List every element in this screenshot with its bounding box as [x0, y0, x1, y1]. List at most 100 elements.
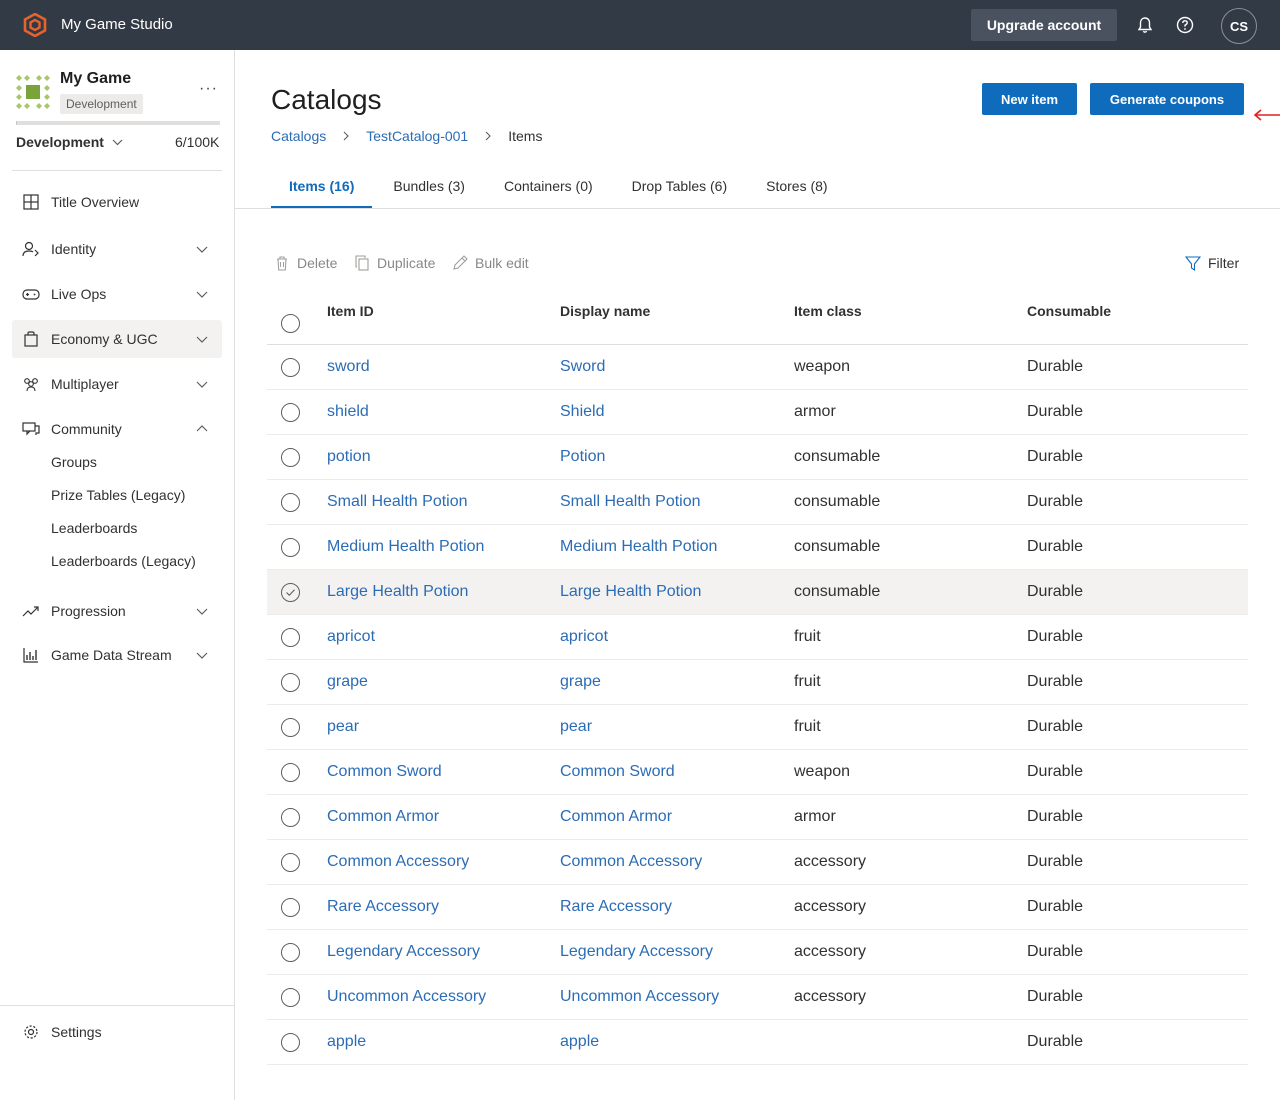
- display-name-link[interactable]: Small Health Potion: [560, 493, 701, 511]
- more-options-button[interactable]: ···: [199, 80, 218, 98]
- new-item-button[interactable]: New item: [982, 83, 1077, 115]
- table-row[interactable]: shield Shield armor Durable: [267, 390, 1248, 435]
- display-name-link[interactable]: Rare Accessory: [560, 898, 672, 916]
- help-icon[interactable]: [1175, 15, 1195, 35]
- studio-name[interactable]: My Game Studio: [61, 16, 173, 33]
- column-header-item-id[interactable]: Item ID: [327, 303, 374, 319]
- display-name-link[interactable]: Sword: [560, 358, 605, 376]
- display-name-link[interactable]: Potion: [560, 448, 605, 466]
- tab-containers[interactable]: Containers (0): [483, 166, 611, 208]
- display-name-link[interactable]: Shield: [560, 403, 604, 421]
- item-id-link[interactable]: Large Health Potion: [327, 583, 468, 601]
- display-name-link[interactable]: Large Health Potion: [560, 583, 701, 601]
- row-select-checkbox[interactable]: [281, 673, 300, 692]
- item-id-link[interactable]: Small Health Potion: [327, 493, 468, 511]
- display-name-link[interactable]: Legendary Accessory: [560, 943, 713, 961]
- display-name-link[interactable]: apricot: [560, 628, 608, 646]
- item-id-link[interactable]: Common Accessory: [327, 853, 469, 871]
- nav-settings[interactable]: Settings: [12, 1013, 222, 1051]
- display-name-link[interactable]: Common Accessory: [560, 853, 702, 871]
- nav-identity[interactable]: Identity: [12, 230, 222, 268]
- generate-coupons-button[interactable]: Generate coupons: [1090, 83, 1244, 115]
- studio-logo-icon[interactable]: [23, 13, 47, 37]
- item-id-link[interactable]: apple: [327, 1033, 366, 1051]
- row-select-checkbox[interactable]: [281, 493, 300, 512]
- filter-button[interactable]: Filter: [1185, 255, 1239, 271]
- nav-progression[interactable]: Progression: [12, 592, 222, 630]
- item-id-link[interactable]: Uncommon Accessory: [327, 988, 486, 1006]
- row-select-checkbox[interactable]: [281, 538, 300, 557]
- nav-live-ops[interactable]: Live Ops: [12, 275, 222, 313]
- row-select-checkbox[interactable]: [281, 448, 300, 467]
- table-row[interactable]: Common Armor Common Armor armor Durable: [267, 795, 1248, 840]
- item-id-link[interactable]: pear: [327, 718, 359, 736]
- item-id-link[interactable]: grape: [327, 673, 368, 691]
- user-avatar[interactable]: CS: [1221, 8, 1257, 44]
- table-row[interactable]: sword Sword weapon Durable: [267, 345, 1248, 390]
- select-all-checkbox[interactable]: [281, 314, 300, 333]
- table-row[interactable]: grape grape fruit Durable: [267, 660, 1248, 705]
- row-select-checkbox[interactable]: [281, 763, 300, 782]
- column-header-consumable[interactable]: Consumable: [1027, 303, 1111, 319]
- item-id-link[interactable]: apricot: [327, 628, 375, 646]
- table-row[interactable]: potion Potion consumable Durable: [267, 435, 1248, 480]
- column-header-display-name[interactable]: Display name: [560, 303, 650, 319]
- item-id-link[interactable]: Legendary Accessory: [327, 943, 480, 961]
- breadcrumb-catalogs[interactable]: Catalogs: [271, 128, 326, 144]
- row-select-checkbox[interactable]: [281, 853, 300, 872]
- item-id-link[interactable]: potion: [327, 448, 371, 466]
- nav-leaderboards-legacy[interactable]: Leaderboards (Legacy): [51, 553, 196, 569]
- item-id-link[interactable]: shield: [327, 403, 369, 421]
- tab-items[interactable]: Items (16): [271, 166, 373, 208]
- table-row[interactable]: Uncommon Accessory Uncommon Accessory acce…: [267, 975, 1248, 1020]
- upgrade-account-button[interactable]: Upgrade account: [971, 9, 1117, 41]
- tab-bundles[interactable]: Bundles (3): [372, 166, 483, 208]
- duplicate-button[interactable]: Duplicate: [354, 255, 435, 271]
- bulk-edit-button[interactable]: Bulk edit: [452, 255, 529, 271]
- delete-button[interactable]: Delete: [274, 255, 337, 271]
- row-select-checkbox[interactable]: [281, 358, 300, 377]
- table-row[interactable]: Rare Accessory Rare Accessory accessory Dur…: [267, 885, 1248, 930]
- tab-drop-tables[interactable]: Drop Tables (6): [611, 166, 745, 208]
- table-row[interactable]: apple apple Durable: [267, 1020, 1248, 1065]
- display-name-link[interactable]: apple: [560, 1033, 599, 1051]
- nav-economy-ugc[interactable]: Economy & UGC: [12, 320, 222, 358]
- item-id-link[interactable]: Common Armor: [327, 808, 439, 826]
- environment-selector[interactable]: Development: [16, 134, 123, 150]
- display-name-link[interactable]: Common Sword: [560, 763, 675, 781]
- item-id-link[interactable]: Rare Accessory: [327, 898, 439, 916]
- table-row[interactable]: Medium Health Potion Medium Health Potion…: [267, 525, 1248, 570]
- row-select-checkbox[interactable]: [281, 628, 300, 647]
- table-row[interactable]: apricot apricot fruit Durable: [267, 615, 1248, 660]
- row-select-checkbox[interactable]: [281, 943, 300, 962]
- nav-groups[interactable]: Groups: [51, 454, 97, 470]
- table-row[interactable]: Large Health Potion Large Health Potion co…: [267, 570, 1248, 615]
- item-id-link[interactable]: sword: [327, 358, 370, 376]
- row-select-checkbox[interactable]: [281, 718, 300, 737]
- table-row[interactable]: Common Sword Common Sword weapon Durable: [267, 750, 1248, 795]
- nav-leaderboards[interactable]: Leaderboards: [51, 520, 137, 536]
- nav-game-data-stream[interactable]: Game Data Stream: [12, 636, 222, 674]
- table-row[interactable]: Legendary Accessory Legendary Accessory ac…: [267, 930, 1248, 975]
- table-row[interactable]: pear pear fruit Durable: [267, 705, 1248, 750]
- nav-community[interactable]: Community: [12, 410, 222, 448]
- row-select-checkbox[interactable]: [281, 1033, 300, 1052]
- tab-stores[interactable]: Stores (8): [745, 166, 845, 208]
- row-select-checkbox[interactable]: [281, 988, 300, 1007]
- nav-prize-tables-legacy[interactable]: Prize Tables (Legacy): [51, 487, 185, 503]
- row-select-checkbox[interactable]: [281, 808, 300, 827]
- bell-icon[interactable]: [1135, 15, 1155, 35]
- row-select-checkbox[interactable]: [281, 898, 300, 917]
- display-name-link[interactable]: Common Armor: [560, 808, 672, 826]
- display-name-link[interactable]: pear: [560, 718, 592, 736]
- nav-title-overview[interactable]: Title Overview: [12, 183, 222, 221]
- nav-multiplayer[interactable]: Multiplayer: [12, 365, 222, 403]
- row-select-checkbox[interactable]: [281, 403, 300, 422]
- display-name-link[interactable]: grape: [560, 673, 601, 691]
- breadcrumb-catalog[interactable]: TestCatalog-001: [366, 128, 468, 144]
- table-row[interactable]: Common Accessory Common Accessory accessor…: [267, 840, 1248, 885]
- table-row[interactable]: Small Health Potion Small Health Potion co…: [267, 480, 1248, 525]
- column-header-item-class[interactable]: Item class: [794, 303, 862, 319]
- item-id-link[interactable]: Medium Health Potion: [327, 538, 484, 556]
- item-id-link[interactable]: Common Sword: [327, 763, 442, 781]
